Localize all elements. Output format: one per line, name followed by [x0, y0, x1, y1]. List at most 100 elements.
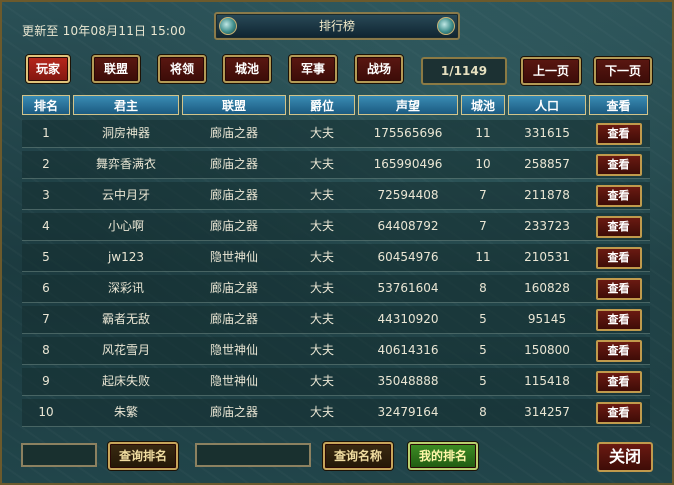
cell-alliance: 廊庙之器: [209, 188, 258, 202]
cell-view: 查看: [589, 306, 648, 333]
view-button[interactable]: 查看: [595, 278, 642, 300]
cell-lord: 起床失败: [101, 374, 150, 388]
cell-population: 115418: [524, 374, 570, 388]
cell-alliance: 廊庙之器: [209, 281, 258, 295]
cell-lord: 霸者无敌: [101, 312, 150, 326]
cell-title: 大夫: [309, 188, 334, 202]
view-button[interactable]: 查看: [595, 371, 642, 393]
rank-query-input[interactable]: [21, 443, 97, 467]
cell-alliance: 廊庙之器: [209, 219, 258, 233]
cell-view: 查看: [589, 399, 648, 426]
cell-rank: 5: [42, 250, 50, 264]
cell-cities: 5: [479, 374, 487, 388]
cell-prestige: 35048888: [377, 374, 439, 388]
cell-prestige: 44310920: [377, 312, 439, 326]
tab-military[interactable]: 军事: [289, 55, 337, 83]
close-button[interactable]: 关闭: [597, 442, 653, 472]
cell-population: 258857: [524, 157, 570, 171]
title-bar: 排行榜: [214, 12, 460, 40]
my-rank-button[interactable]: 我的排名: [408, 442, 478, 470]
cell-lord: 云中月牙: [101, 188, 150, 202]
query-rank-button[interactable]: 查询排名: [108, 442, 178, 470]
cell-alliance: 隐世神仙: [209, 250, 258, 264]
table-row: 4 小心啊 廊庙之器 大夫 64408792 7 233723 查看: [22, 213, 650, 241]
cell-rank: 4: [42, 219, 50, 233]
view-button[interactable]: 查看: [595, 247, 642, 269]
leaderboard-window: 更新至 10年08月11日 15:00 排行榜 玩家 联盟 将领 城池 军事 战…: [0, 0, 674, 485]
cell-title: 大夫: [309, 312, 334, 326]
cell-rank: 9: [42, 374, 50, 388]
cell-cities: 5: [479, 312, 487, 326]
table-row: 2 舞弈香满衣 廊庙之器 大夫 165990496 10 258857 查看: [22, 151, 650, 179]
cell-rank: 6: [42, 281, 50, 295]
query-name-button[interactable]: 查询名称: [323, 442, 393, 470]
cell-rank: 1: [42, 126, 50, 140]
prev-page-button[interactable]: 上一页: [521, 57, 581, 85]
cell-view: 查看: [589, 275, 648, 302]
view-button[interactable]: 查看: [595, 309, 642, 331]
cell-lord: 深彩讯: [107, 281, 144, 295]
next-page-button[interactable]: 下一页: [594, 57, 652, 85]
cell-population: 233723: [524, 219, 570, 233]
view-button[interactable]: 查看: [595, 340, 642, 362]
cell-prestige: 32479164: [377, 405, 439, 419]
cell-rank: 8: [42, 343, 50, 357]
cell-view: 查看: [589, 244, 648, 271]
cell-title: 大夫: [309, 405, 334, 419]
cell-prestige: 64408792: [377, 219, 439, 233]
cell-prestige: 165990496: [373, 157, 443, 171]
cell-population: 95145: [527, 312, 567, 326]
tab-players[interactable]: 玩家: [26, 55, 70, 83]
table-row: 3 云中月牙 廊庙之器 大夫 72594408 7 211878 查看: [22, 182, 650, 210]
cell-cities: 7: [479, 219, 487, 233]
cell-alliance: 隐世神仙: [209, 374, 258, 388]
tab-battlefield[interactable]: 战场: [355, 55, 403, 83]
cell-view: 查看: [589, 337, 648, 364]
cell-alliance: 廊庙之器: [209, 126, 258, 140]
view-button[interactable]: 查看: [595, 216, 642, 238]
column-header-rank: 排名: [22, 95, 70, 115]
tab-cities[interactable]: 城池: [223, 55, 271, 83]
cell-lord: 小心啊: [107, 219, 144, 233]
view-button[interactable]: 查看: [595, 123, 642, 145]
tab-alliances[interactable]: 联盟: [92, 55, 140, 83]
ranking-table: 排名 君主 联盟 爵位 声望 城池 人口 查看 1 洞房神器 廊庙之器 大夫 17556…: [22, 95, 650, 427]
cell-population: 331615: [524, 126, 570, 140]
column-header-title: 爵位: [289, 95, 355, 115]
page-indicator: 1/1149: [421, 57, 507, 85]
cell-title: 大夫: [309, 126, 334, 140]
table-row: 6 深彩讯 廊庙之器 大夫 53761604 8 160828 查看: [22, 275, 650, 303]
cell-rank: 10: [38, 405, 54, 419]
cell-population: 314257: [524, 405, 570, 419]
table-row: 7 霸者无敌 廊庙之器 大夫 44310920 5 95145 查看: [22, 306, 650, 334]
cell-cities: 8: [479, 281, 487, 295]
view-button[interactable]: 查看: [595, 185, 642, 207]
cell-view: 查看: [589, 213, 648, 240]
view-button[interactable]: 查看: [595, 402, 642, 424]
column-header-view: 查看: [589, 95, 648, 115]
table-row: 8 风花雪月 隐世神仙 大夫 40614316 5 150800 查看: [22, 337, 650, 365]
name-query-input[interactable]: [195, 443, 311, 467]
cell-title: 大夫: [309, 157, 334, 171]
cell-rank: 7: [42, 312, 50, 326]
table-body: 1 洞房神器 廊庙之器 大夫 175565696 11 331615 查看 2 舞弈香满衣 廊庙之器…: [22, 120, 650, 427]
cell-prestige: 40614316: [377, 343, 439, 357]
tab-generals[interactable]: 将领: [158, 55, 206, 83]
cell-population: 160828: [524, 281, 570, 295]
cell-cities: 7: [479, 188, 487, 202]
cell-alliance: 廊庙之器: [209, 157, 258, 171]
cell-population: 210531: [524, 250, 570, 264]
gem-ornament-icon: [437, 17, 455, 35]
cell-prestige: 60454976: [377, 250, 439, 264]
cell-alliance: 廊庙之器: [209, 312, 258, 326]
cell-title: 大夫: [309, 250, 334, 264]
table-row: 10 朱繁 廊庙之器 大夫 32479164 8 314257 查看: [22, 399, 650, 427]
view-button[interactable]: 查看: [595, 154, 642, 176]
column-header-alliance: 联盟: [182, 95, 286, 115]
cell-view: 查看: [589, 368, 648, 395]
cell-view: 查看: [589, 182, 648, 209]
column-header-population: 人口: [508, 95, 586, 115]
cell-rank: 2: [42, 157, 50, 171]
window-title: 排行榜: [318, 19, 355, 33]
cell-lord: 朱繁: [113, 405, 138, 419]
